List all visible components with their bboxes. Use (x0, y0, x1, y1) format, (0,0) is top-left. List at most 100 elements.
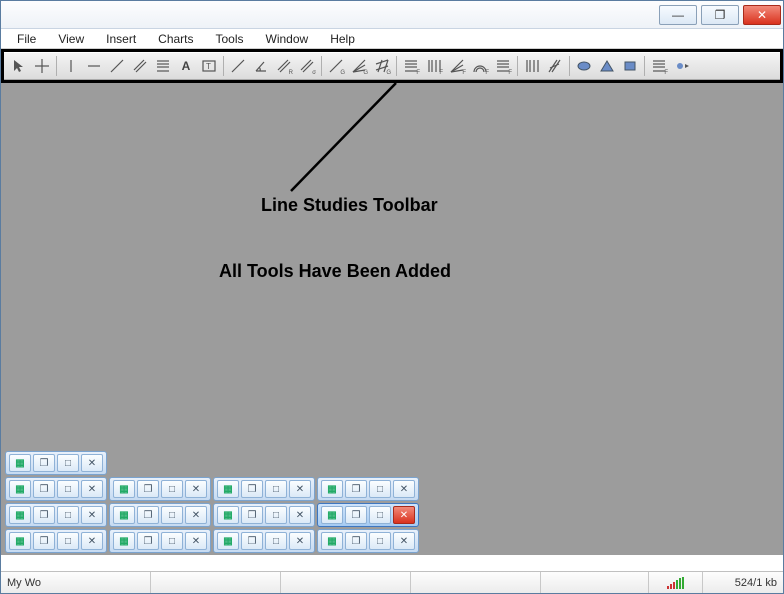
mdi-close-button[interactable]: ✕ (393, 506, 415, 524)
fibo-channel-icon[interactable]: F (400, 55, 422, 77)
gann-grid-icon[interactable]: G (371, 55, 393, 77)
mdi-close-button[interactable]: ✕ (393, 480, 415, 498)
mdi-app-icon[interactable]: ▦ (113, 480, 135, 498)
text-icon[interactable]: A (175, 55, 197, 77)
mdi-close-button[interactable]: ✕ (289, 532, 311, 550)
mdi-child-window[interactable]: ▦❐□✕ (5, 503, 107, 527)
mdi-restore-button[interactable]: ❐ (241, 532, 263, 550)
close-button[interactable]: ✕ (743, 5, 781, 25)
mdi-close-button[interactable]: ✕ (289, 480, 311, 498)
mdi-close-button[interactable]: ✕ (185, 506, 207, 524)
fibo-expansion-icon[interactable]: F (492, 55, 514, 77)
mdi-restore-button[interactable]: ❐ (33, 454, 55, 472)
mdi-app-icon[interactable]: ▦ (113, 506, 135, 524)
arrows-icon[interactable] (671, 55, 693, 77)
mdi-child-window[interactable]: ▦❐□✕ (317, 529, 419, 553)
mdi-child-window[interactable]: ▦❐□✕ (317, 477, 419, 501)
mdi-maximize-button[interactable]: □ (57, 454, 79, 472)
mdi-app-icon[interactable]: ▦ (217, 480, 239, 498)
mdi-maximize-button[interactable]: □ (265, 480, 287, 498)
mdi-maximize-button[interactable]: □ (57, 532, 79, 550)
mdi-maximize-button[interactable]: □ (161, 506, 183, 524)
mdi-maximize-button[interactable]: □ (369, 480, 391, 498)
mdi-child-window[interactable]: ▦❐□✕ (213, 529, 315, 553)
mdi-child-window[interactable]: ▦❐□✕ (109, 503, 211, 527)
mdi-child-window[interactable]: ▦❐□✕ (213, 477, 315, 501)
mdi-child-window[interactable]: ▦❐□✕ (5, 451, 107, 475)
mdi-restore-button[interactable]: ❐ (33, 480, 55, 498)
mdi-restore-button[interactable]: ❐ (137, 506, 159, 524)
mdi-child-window[interactable]: ▦❐□✕ (109, 477, 211, 501)
mdi-app-icon[interactable]: ▦ (9, 454, 31, 472)
triangle-icon[interactable] (596, 55, 618, 77)
text-label-icon[interactable]: T (198, 55, 220, 77)
mdi-maximize-button[interactable]: □ (57, 506, 79, 524)
vertical-line-icon[interactable] (60, 55, 82, 77)
menu-help[interactable]: Help (320, 30, 365, 48)
stddev-channel-icon[interactable]: σ (296, 55, 318, 77)
mdi-close-button[interactable]: ✕ (185, 480, 207, 498)
mdi-maximize-button[interactable]: □ (369, 532, 391, 550)
rectangle-icon[interactable] (619, 55, 641, 77)
menu-insert[interactable]: Insert (96, 30, 146, 48)
mdi-app-icon[interactable]: ▦ (113, 532, 135, 550)
mdi-child-window[interactable]: ▦❐□✕ (5, 529, 107, 553)
mdi-restore-button[interactable]: ❐ (137, 532, 159, 550)
mdi-restore-button[interactable]: ❐ (33, 506, 55, 524)
mdi-app-icon[interactable]: ▦ (217, 532, 239, 550)
mdi-app-icon[interactable]: ▦ (9, 506, 31, 524)
andrews-pitchfork-icon[interactable] (544, 55, 566, 77)
mdi-child-window[interactable]: ▦❐□✕ (109, 529, 211, 553)
horizontal-line-icon[interactable] (83, 55, 105, 77)
mdi-child-window[interactable]: ▦❐□✕ (317, 503, 419, 527)
maximize-button[interactable]: ❐ (701, 5, 739, 25)
menu-tools[interactable]: Tools (206, 30, 254, 48)
menu-view[interactable]: View (48, 30, 94, 48)
mdi-restore-button[interactable]: ❐ (241, 480, 263, 498)
angle-icon[interactable] (250, 55, 272, 77)
crosshair-icon[interactable] (31, 55, 53, 77)
menu-file[interactable]: File (7, 30, 46, 48)
mdi-close-button[interactable]: ✕ (393, 532, 415, 550)
mdi-maximize-button[interactable]: □ (265, 506, 287, 524)
mdi-restore-button[interactable]: ❐ (33, 532, 55, 550)
mdi-restore-button[interactable]: ❐ (345, 480, 367, 498)
mdi-restore-button[interactable]: ❐ (345, 506, 367, 524)
linear-regression-icon[interactable]: R (273, 55, 295, 77)
mdi-close-button[interactable]: ✕ (81, 506, 103, 524)
menu-window[interactable]: Window (256, 30, 319, 48)
fibo-tool-icon[interactable]: F (648, 55, 670, 77)
equidistant-channel-icon[interactable] (129, 55, 151, 77)
mdi-close-button[interactable]: ✕ (81, 454, 103, 472)
trendline-icon[interactable] (106, 55, 128, 77)
mdi-maximize-button[interactable]: □ (161, 532, 183, 550)
minimize-button[interactable]: — (659, 5, 697, 25)
mdi-app-icon[interactable]: ▦ (9, 532, 31, 550)
mdi-maximize-button[interactable]: □ (369, 506, 391, 524)
mdi-restore-button[interactable]: ❐ (241, 506, 263, 524)
mdi-restore-button[interactable]: ❐ (137, 480, 159, 498)
fibo-timezones-icon[interactable]: F (423, 55, 445, 77)
cursor-icon[interactable] (8, 55, 30, 77)
cycle-lines-icon[interactable] (521, 55, 543, 77)
mdi-app-icon[interactable]: ▦ (217, 506, 239, 524)
fibo-arcs-icon[interactable]: F (469, 55, 491, 77)
trend-by-angle-icon[interactable] (227, 55, 249, 77)
mdi-close-button[interactable]: ✕ (185, 532, 207, 550)
mdi-maximize-button[interactable]: □ (57, 480, 79, 498)
mdi-maximize-button[interactable]: □ (265, 532, 287, 550)
fibo-fan-icon[interactable]: F (446, 55, 468, 77)
mdi-close-button[interactable]: ✕ (289, 506, 311, 524)
gann-line-icon[interactable]: G (325, 55, 347, 77)
mdi-restore-button[interactable]: ❐ (345, 532, 367, 550)
mdi-app-icon[interactable]: ▦ (9, 480, 31, 498)
mdi-child-window[interactable]: ▦❐□✕ (213, 503, 315, 527)
mdi-close-button[interactable]: ✕ (81, 480, 103, 498)
mdi-app-icon[interactable]: ▦ (321, 532, 343, 550)
gann-fan-icon[interactable]: G (348, 55, 370, 77)
fibo-retracement-icon[interactable] (152, 55, 174, 77)
mdi-child-window[interactable]: ▦❐□✕ (5, 477, 107, 501)
menu-charts[interactable]: Charts (148, 30, 203, 48)
mdi-close-button[interactable]: ✕ (81, 532, 103, 550)
mdi-maximize-button[interactable]: □ (161, 480, 183, 498)
